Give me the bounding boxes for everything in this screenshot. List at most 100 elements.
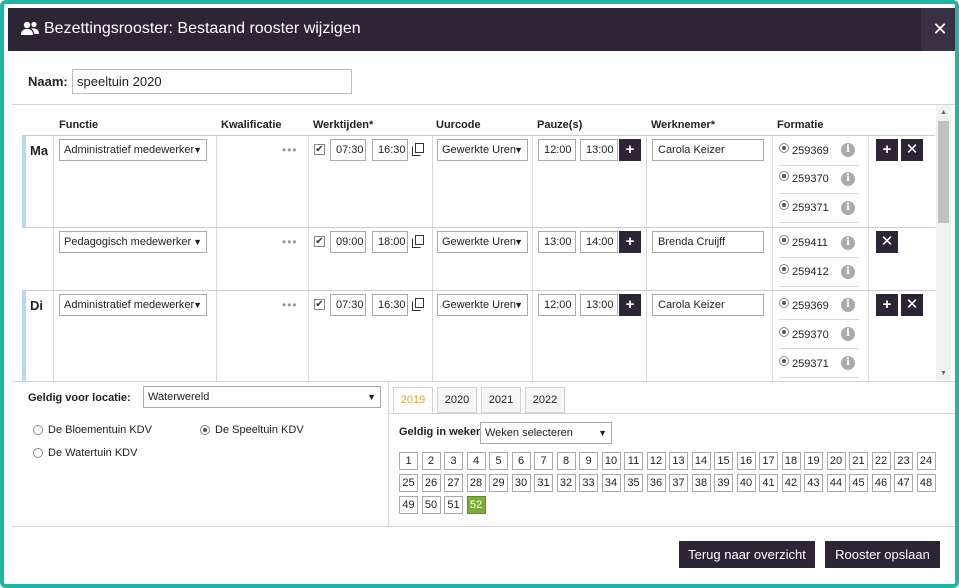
more-dots-icon[interactable]: ••• xyxy=(282,235,298,249)
week-cell[interactable]: 4 xyxy=(466,452,486,470)
copy-icon[interactable] xyxy=(412,235,424,248)
week-cell[interactable]: 23 xyxy=(894,452,913,470)
uurcode-select[interactable]: Gewerkte Uren ▼ xyxy=(437,139,528,161)
week-cell[interactable]: 34 xyxy=(601,474,621,492)
formatie-radio[interactable] xyxy=(779,327,789,337)
week-cell[interactable]: 10 xyxy=(601,452,621,470)
week-cell[interactable]: 13 xyxy=(669,452,688,470)
weeks-select[interactable]: Weken selecteren ▼ xyxy=(480,422,612,444)
start-time-input[interactable]: 07:30 xyxy=(330,139,366,161)
location-radio-watertuin[interactable] xyxy=(33,448,43,458)
week-cell[interactable]: 28 xyxy=(466,474,486,492)
week-cell[interactable]: 31 xyxy=(534,474,553,492)
week-cell[interactable]: 9 xyxy=(579,452,598,470)
add-pause-button[interactable]: + xyxy=(619,294,641,316)
week-cell[interactable]: 26 xyxy=(421,474,441,492)
delete-row-button[interactable]: ✕ xyxy=(876,231,898,253)
uurcode-select[interactable]: Gewerkte Uren ▼ xyxy=(437,294,528,316)
week-cell[interactable]: 29 xyxy=(489,474,508,492)
tab-2021[interactable]: 2021 xyxy=(481,387,521,413)
week-cell[interactable]: 16 xyxy=(736,452,756,470)
week-cell[interactable]: 22 xyxy=(871,452,891,470)
info-icon[interactable]: i xyxy=(841,356,855,370)
week-cell[interactable]: 32 xyxy=(556,474,576,492)
end-time-input[interactable]: 18:00 xyxy=(372,231,408,253)
week-cell[interactable]: 5 xyxy=(489,452,508,470)
formatie-radio[interactable] xyxy=(779,235,789,245)
start-time-input[interactable]: 07:30 xyxy=(330,294,366,316)
formatie-radio[interactable] xyxy=(779,356,789,366)
add-pause-button[interactable]: + xyxy=(619,139,641,161)
add-row-button[interactable]: + xyxy=(876,139,898,161)
scroll-up-icon[interactable]: ▲ xyxy=(940,109,947,116)
info-icon[interactable]: i xyxy=(841,236,855,250)
info-icon[interactable]: i xyxy=(841,327,855,341)
formatie-radio[interactable] xyxy=(779,200,789,210)
week-cell[interactable]: 45 xyxy=(849,474,868,492)
formatie-radio[interactable] xyxy=(779,298,789,308)
checkbox[interactable]: ✔ xyxy=(314,299,325,310)
uurcode-select[interactable]: Gewerkte Uren ▼ xyxy=(437,231,528,253)
week-cell[interactable]: 46 xyxy=(871,474,891,492)
pause-start-input[interactable]: 12:00 xyxy=(538,294,576,316)
week-cell[interactable]: 25 xyxy=(399,474,418,492)
info-icon[interactable]: i xyxy=(841,201,855,215)
week-cell[interactable]: 50 xyxy=(421,496,441,514)
scroll-thumb[interactable] xyxy=(938,121,949,223)
copy-icon[interactable] xyxy=(412,143,424,156)
close-button[interactable]: ✕ xyxy=(921,8,955,51)
formatie-radio[interactable] xyxy=(779,264,789,274)
week-cell[interactable]: 7 xyxy=(534,452,553,470)
week-cell[interactable]: 19 xyxy=(804,452,823,470)
location-select[interactable]: Waterwereld ▼ xyxy=(143,386,381,408)
formatie-radio[interactable] xyxy=(779,171,789,181)
delete-row-button[interactable]: ✕ xyxy=(901,294,923,316)
functie-select[interactable]: Administratief medewerker ▼ xyxy=(59,139,207,161)
info-icon[interactable]: i xyxy=(841,265,855,279)
werknemer-input[interactable]: Carola Keizer xyxy=(652,139,764,161)
week-cell[interactable]: 20 xyxy=(826,452,846,470)
week-cell[interactable]: 2 xyxy=(421,452,441,470)
name-input[interactable] xyxy=(72,69,352,94)
week-cell[interactable]: 1 xyxy=(399,452,418,470)
info-icon[interactable]: i xyxy=(841,143,855,157)
end-time-input[interactable]: 16:30 xyxy=(372,294,408,316)
week-cell[interactable]: 15 xyxy=(714,452,733,470)
week-cell[interactable]: 35 xyxy=(624,474,643,492)
week-cell[interactable]: 6 xyxy=(511,452,531,470)
week-cell[interactable]: 38 xyxy=(691,474,711,492)
week-cell[interactable]: 18 xyxy=(781,452,801,470)
start-time-input[interactable]: 09:00 xyxy=(330,231,366,253)
week-cell[interactable]: 17 xyxy=(759,452,778,470)
week-cell[interactable]: 14 xyxy=(691,452,711,470)
tab-2022[interactable]: 2022 xyxy=(525,387,565,413)
add-pause-button[interactable]: + xyxy=(619,231,641,253)
werknemer-input[interactable]: Carola Keizer xyxy=(652,294,764,316)
week-cell[interactable]: 12 xyxy=(646,452,666,470)
functie-select[interactable]: Pedagogisch medewerker ▼ xyxy=(59,231,207,253)
pause-start-input[interactable]: 12:00 xyxy=(538,139,576,161)
week-cell[interactable]: 39 xyxy=(714,474,733,492)
copy-icon[interactable] xyxy=(412,298,424,311)
functie-select[interactable]: Administratief medewerker ▼ xyxy=(59,294,207,316)
back-to-overview-button[interactable]: Terug naar overzicht xyxy=(679,541,815,568)
grid-scrollbar[interactable]: ▲ ▼ xyxy=(936,105,951,381)
week-cell[interactable]: 27 xyxy=(444,474,463,492)
week-cell[interactable]: 36 xyxy=(646,474,666,492)
info-icon[interactable]: i xyxy=(841,172,855,186)
checkbox[interactable]: ✔ xyxy=(314,144,325,155)
week-cell[interactable]: 48 xyxy=(916,474,936,492)
pause-end-input[interactable]: 14:00 xyxy=(580,231,618,253)
location-radio-speeltuin[interactable] xyxy=(200,425,210,435)
week-cell[interactable]: 43 xyxy=(804,474,823,492)
end-time-input[interactable]: 16:30 xyxy=(372,139,408,161)
checkbox[interactable]: ✔ xyxy=(314,236,325,247)
add-row-button[interactable]: + xyxy=(876,294,898,316)
tab-2020[interactable]: 2020 xyxy=(437,387,477,413)
week-cell[interactable]: 24 xyxy=(916,452,936,470)
pause-end-input[interactable]: 13:00 xyxy=(580,294,618,316)
week-cell[interactable]: 8 xyxy=(556,452,576,470)
week-cell[interactable]: 40 xyxy=(736,474,756,492)
week-cell[interactable]: 51 xyxy=(444,496,463,514)
week-cell[interactable]: 42 xyxy=(781,474,801,492)
